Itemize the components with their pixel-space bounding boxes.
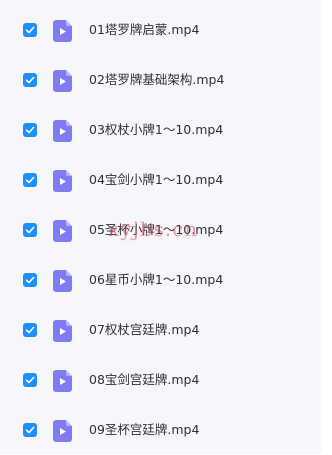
- checked-checkbox-icon[interactable]: [23, 273, 37, 287]
- video-file-icon: [53, 420, 72, 442]
- checked-checkbox-icon[interactable]: [23, 223, 37, 237]
- checked-checkbox-icon[interactable]: [23, 373, 37, 387]
- file-name: 09圣杯宫廷牌.mp4: [89, 422, 200, 437]
- checked-checkbox-icon[interactable]: [23, 323, 37, 337]
- list-item[interactable]: 01塔罗牌启蒙.mp4: [0, 5, 322, 55]
- file-name: 08宝剑宫廷牌.mp4: [89, 372, 200, 387]
- list-item[interactable]: 03权杖小牌1～10.mp4: [0, 105, 322, 155]
- list-item[interactable]: 04宝剑小牌1～10.mp4: [0, 155, 322, 205]
- checked-checkbox-icon[interactable]: [23, 173, 37, 187]
- video-file-icon: [53, 220, 72, 242]
- list-item[interactable]: 06星币小牌1～10.mp4: [0, 255, 322, 305]
- list-item[interactable]: 08宝剑宫廷牌.mp4: [0, 355, 322, 405]
- video-file-icon: [53, 270, 72, 292]
- checked-checkbox-icon[interactable]: [23, 123, 37, 137]
- video-file-icon: [53, 170, 72, 192]
- file-name: 06星币小牌1～10.mp4: [89, 272, 224, 287]
- list-item[interactable]: 07权杖宫廷牌.mp4: [0, 305, 322, 355]
- video-file-icon: [53, 70, 72, 92]
- file-name: 03权杖小牌1～10.mp4: [89, 122, 224, 137]
- video-file-icon: [53, 320, 72, 342]
- checked-checkbox-icon[interactable]: [23, 423, 37, 437]
- checked-checkbox-icon[interactable]: [23, 23, 37, 37]
- file-name: 05圣杯小牌1～10.mp4: [89, 222, 224, 237]
- file-name: 07权杖宫廷牌.mp4: [89, 322, 200, 337]
- list-item[interactable]: 09圣杯宫廷牌.mp4: [0, 405, 322, 455]
- file-name: 04宝剑小牌1～10.mp4: [89, 172, 224, 187]
- list-item[interactable]: 05圣杯小牌1～10.mp4: [0, 205, 322, 255]
- list-item[interactable]: 02塔罗牌基础架构.mp4: [0, 55, 322, 105]
- video-file-icon: [53, 20, 72, 42]
- file-name: 01塔罗牌启蒙.mp4: [89, 22, 200, 37]
- checked-checkbox-icon[interactable]: [23, 73, 37, 87]
- video-file-icon: [53, 120, 72, 142]
- video-file-icon: [53, 370, 72, 392]
- file-list-panel: 01塔罗牌启蒙.mp4 02塔罗牌基础架构.mp4 03权杖小牌1～10.mp4…: [0, 0, 322, 454]
- file-name: 02塔罗牌基础架构.mp4: [89, 72, 225, 87]
